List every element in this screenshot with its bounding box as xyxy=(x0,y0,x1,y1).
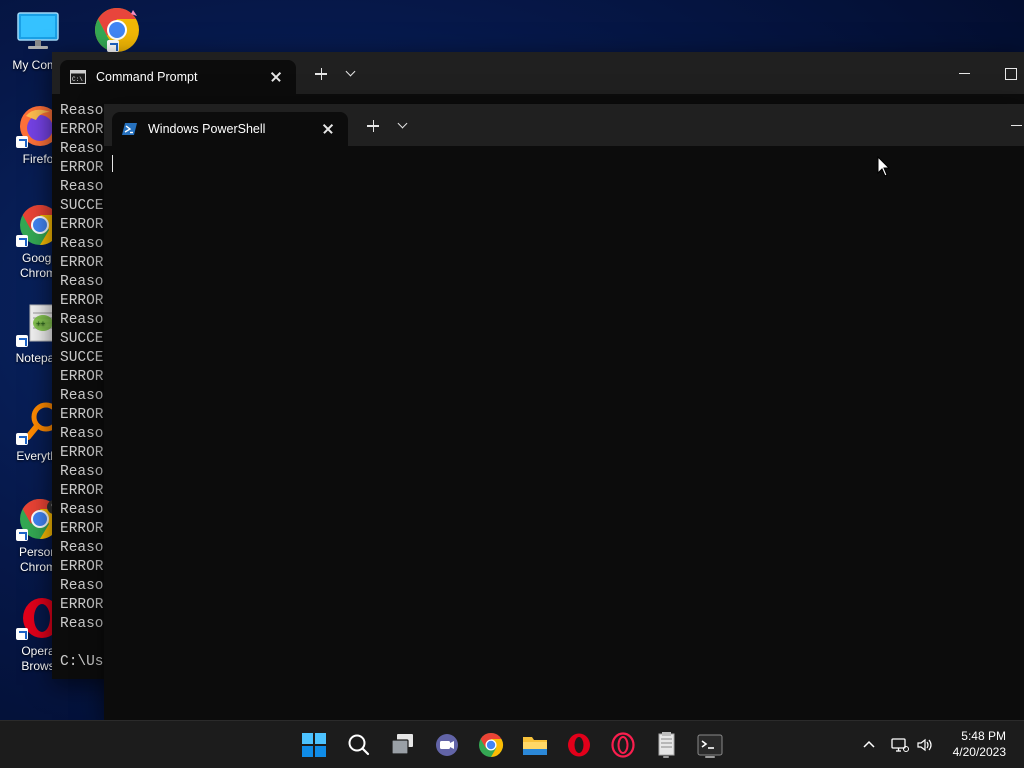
tab-command-prompt[interactable]: C:\ Command Prompt xyxy=(60,60,296,94)
opera-gx-icon xyxy=(611,732,635,758)
shortcut-arrow-icon xyxy=(107,40,119,52)
console-line: Reaso xyxy=(60,274,104,290)
console-line: C:\Us xyxy=(60,654,104,670)
console-line: Reaso xyxy=(60,502,104,518)
console-line: ERROR xyxy=(60,160,104,176)
console-line: Reaso xyxy=(60,578,104,594)
new-tab-icon[interactable] xyxy=(314,66,330,82)
tab-windows-powershell[interactable]: Windows PowerShell xyxy=(112,112,348,146)
console-line: ERROR xyxy=(60,597,104,613)
console-line: Reaso xyxy=(60,388,104,404)
chevron-down-icon[interactable] xyxy=(344,66,358,80)
powershell-console[interactable] xyxy=(104,146,1024,720)
console-line: Reaso xyxy=(60,616,104,632)
monitor-icon xyxy=(16,10,60,54)
console-line: Reaso xyxy=(60,103,104,119)
mouse-pointer-icon xyxy=(877,155,891,178)
shortcut-arrow-icon xyxy=(16,335,28,347)
start-button[interactable] xyxy=(298,729,330,761)
shortcut-arrow-icon xyxy=(16,235,28,247)
console-line: SUCCE xyxy=(60,350,104,366)
tab-title: Command Prompt xyxy=(96,70,198,84)
console-line: ERROR xyxy=(60,255,104,271)
shortcut-arrow-icon xyxy=(16,136,28,148)
console-line: SUCCE xyxy=(60,331,104,347)
console-line: ERROR xyxy=(60,445,104,461)
console-line: Reaso xyxy=(60,540,104,556)
console-line: Reaso xyxy=(60,426,104,442)
chrome-canary-icon xyxy=(93,6,141,54)
chrome-taskbar-button[interactable] xyxy=(475,729,507,761)
clock-time: 5:48 PM xyxy=(961,729,1006,743)
terminal-taskbar-button[interactable] xyxy=(694,729,726,761)
close-tab-icon[interactable] xyxy=(266,67,286,87)
volume-icon[interactable] xyxy=(916,737,934,753)
file-explorer-button[interactable] xyxy=(519,729,551,761)
console-line: ERROR xyxy=(60,293,104,309)
opera-icon xyxy=(568,733,590,757)
clock[interactable]: 5:48 PM 4/20/2023 xyxy=(953,728,1006,760)
task-view-button[interactable] xyxy=(387,729,419,761)
file-explorer-icon xyxy=(523,737,547,755)
taskbar: 5:48 PM 4/20/2023 xyxy=(0,720,1024,768)
console-line: ERROR xyxy=(60,521,104,537)
powershell-icon xyxy=(122,122,138,136)
console-line: ERROR xyxy=(60,483,104,499)
system-tray xyxy=(858,721,938,768)
chrome-icon xyxy=(479,733,504,757)
shortcut-arrow-icon xyxy=(16,529,28,541)
opera-gx-taskbar-button[interactable] xyxy=(607,729,639,761)
desktop-icon-chrome-canary[interactable] xyxy=(79,6,155,58)
maximize-icon[interactable] xyxy=(1004,66,1018,80)
search-button[interactable] xyxy=(343,729,375,761)
shortcut-arrow-icon xyxy=(16,433,28,445)
opera-taskbar-button[interactable] xyxy=(563,729,595,761)
svg-text:C:\: C:\ xyxy=(72,76,83,83)
console-line: Reaso xyxy=(60,179,104,195)
console-line: Reaso xyxy=(60,141,104,157)
shortcut-arrow-icon xyxy=(16,628,28,640)
console-line: ERROR xyxy=(60,122,104,138)
console-line: ERROR xyxy=(60,559,104,575)
console-line: Reaso xyxy=(60,236,104,252)
network-icon[interactable] xyxy=(891,737,909,753)
task-view-icon xyxy=(391,734,413,755)
close-tab-icon[interactable] xyxy=(318,119,338,139)
teams-chat-button[interactable] xyxy=(431,729,463,761)
teams-chat-icon xyxy=(436,734,458,756)
cmd-console-output: Reaso ERROR Reaso ERROR Reaso SUCCE ERROR Reaso… xyxy=(60,102,104,672)
running-indicator xyxy=(705,756,715,758)
text-cursor xyxy=(112,155,113,172)
console-line: ERROR xyxy=(60,217,104,233)
minimize-icon[interactable] xyxy=(959,66,973,80)
console-line: Reaso xyxy=(60,464,104,480)
tab-title: Windows PowerShell xyxy=(148,122,266,136)
notepad-plus-plus-taskbar-button[interactable] xyxy=(650,729,682,761)
clock-date: 4/20/2023 xyxy=(952,745,1006,759)
chevron-down-icon[interactable] xyxy=(396,118,410,132)
title-bar[interactable]: Windows PowerShell xyxy=(104,104,1024,146)
running-indicator xyxy=(663,756,669,758)
console-line: ERROR xyxy=(60,407,104,423)
powershell-window[interactable]: Windows PowerShell xyxy=(104,104,1024,720)
new-tab-icon[interactable] xyxy=(366,118,382,134)
console-line: Reaso xyxy=(60,312,104,328)
start-icon xyxy=(302,733,326,757)
title-bar[interactable]: C:\ Command Prompt xyxy=(52,52,1024,94)
console-line: ERROR xyxy=(60,369,104,385)
minimize-icon[interactable] xyxy=(1011,118,1024,132)
console-line: SUCCE xyxy=(60,198,104,214)
cmd-icon: C:\ xyxy=(70,70,86,84)
chevron-up-icon[interactable] xyxy=(862,738,876,752)
svg-text:++: ++ xyxy=(36,319,46,328)
search-icon xyxy=(348,734,370,756)
